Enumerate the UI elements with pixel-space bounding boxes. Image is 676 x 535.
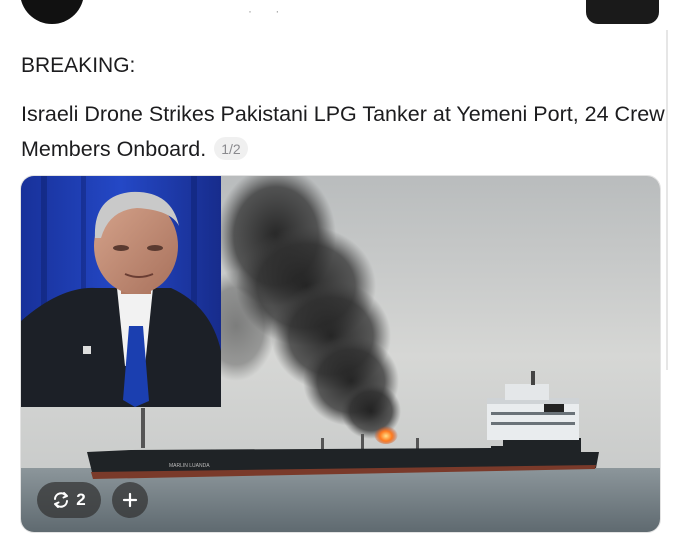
portrait-inset bbox=[21, 176, 221, 407]
plus-icon bbox=[122, 492, 138, 508]
repost-count: 2 bbox=[76, 490, 86, 509]
add-button[interactable] bbox=[112, 482, 148, 518]
repost-icon bbox=[52, 491, 70, 509]
ship-name: MARLIN LUANDA bbox=[169, 463, 210, 469]
post-image[interactable]: MARLIN LUANDA bbox=[20, 175, 661, 533]
post-label: BREAKING: bbox=[21, 54, 136, 77]
post-headline: Israeli Drone Strikes Pakistani LPG Tank… bbox=[21, 97, 666, 167]
more-dots: · · bbox=[248, 4, 290, 18]
image-counter: 1/2 bbox=[214, 137, 248, 160]
scrollbar[interactable] bbox=[666, 30, 668, 370]
repost-button[interactable]: 2 bbox=[37, 482, 101, 518]
post-headline-text: Israeli Drone Strikes Pakistani LPG Tank… bbox=[21, 102, 665, 161]
avatar[interactable] bbox=[20, 0, 84, 24]
tanker-photo: MARLIN LUANDA bbox=[21, 176, 660, 532]
follow-button[interactable] bbox=[586, 0, 659, 24]
